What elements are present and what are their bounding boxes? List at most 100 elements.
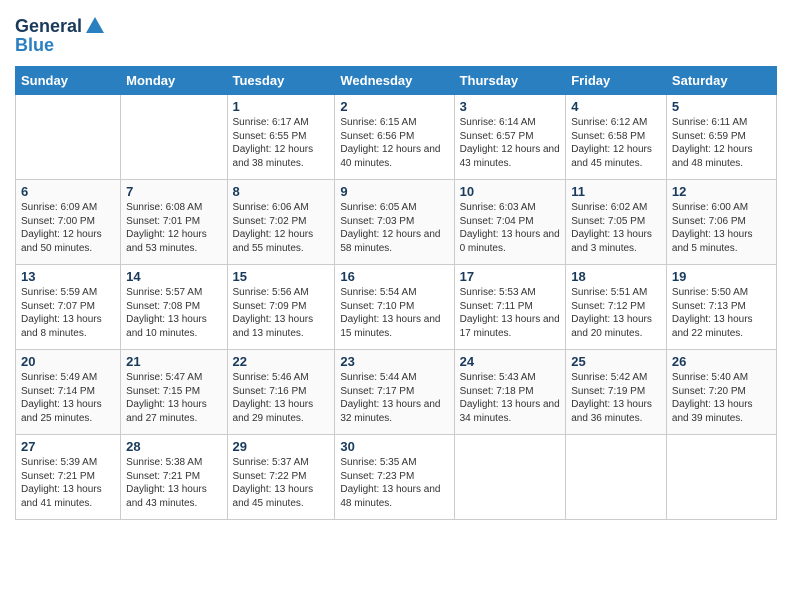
day-info: Sunrise: 5:51 AMSunset: 7:12 PMDaylight:…	[571, 286, 661, 340]
day-number: 15	[233, 269, 330, 284]
calendar-cell: 16 Sunrise: 5:54 AMSunset: 7:10 PMDayligh…	[335, 265, 454, 350]
calendar-cell: 18Sunrise: 5:51 AMSunset: 7:12 PMDayligh…	[566, 265, 667, 350]
day-number: 13	[21, 269, 115, 284]
calendar-week-row: 1Sunrise: 6:17 AMSunset: 6:55 PMDaylight…	[16, 95, 777, 180]
calendar-header-row: SundayMondayTuesdayWednesdayThursdayFrid…	[16, 67, 777, 95]
calendar-cell: 13 Sunrise: 5:59 AMSunset: 7:07 PMDayligh…	[16, 265, 121, 350]
day-number: 7	[126, 184, 221, 199]
calendar-cell: 28 Sunrise: 5:38 AMSunset: 7:21 PMDayligh…	[121, 435, 227, 520]
day-number: 21	[126, 354, 221, 369]
day-info: Sunrise: 5:46 AMSunset: 7:16 PMDaylight:…	[233, 371, 330, 425]
calendar-cell: 11Sunrise: 6:02 AMSunset: 7:05 PMDayligh…	[566, 180, 667, 265]
day-number: 10	[460, 184, 561, 199]
day-info: Sunrise: 6:06 AMSunset: 7:02 PMDaylight:…	[233, 201, 330, 255]
day-info: Sunrise: 5:44 AMSunset: 7:17 PMDaylight:…	[340, 371, 448, 425]
day-number: 16	[340, 269, 448, 284]
calendar-week-row: 6 Sunrise: 6:09 AMSunset: 7:00 PMDaylight…	[16, 180, 777, 265]
calendar-table: SundayMondayTuesdayWednesdayThursdayFrid…	[15, 66, 777, 520]
day-info: Sunrise: 5:53 AMSunset: 7:11 PMDaylight:…	[460, 286, 561, 340]
day-info: Sunrise: 5:59 AMSunset: 7:07 PMDaylight:…	[21, 286, 115, 340]
day-info: Sunrise: 5:39 AMSunset: 7:21 PMDaylight:…	[21, 456, 115, 510]
logo: General Blue	[15, 15, 106, 56]
calendar-cell: 29 Sunrise: 5:37 AMSunset: 7:22 PMDayligh…	[227, 435, 335, 520]
calendar-cell: 6 Sunrise: 6:09 AMSunset: 7:00 PMDaylight…	[16, 180, 121, 265]
calendar-cell: 8Sunrise: 6:06 AMSunset: 7:02 PMDaylight…	[227, 180, 335, 265]
day-number: 28	[126, 439, 221, 454]
day-info: Sunrise: 6:02 AMSunset: 7:05 PMDaylight:…	[571, 201, 661, 255]
weekday-header: Saturday	[666, 67, 776, 95]
day-number: 22	[233, 354, 330, 369]
day-info: Sunrise: 5:49 AMSunset: 7:14 PMDaylight:…	[21, 371, 115, 425]
calendar-cell: 10Sunrise: 6:03 AMSunset: 7:04 PMDayligh…	[454, 180, 566, 265]
day-info: Sunrise: 5:56 AMSunset: 7:09 PMDaylight:…	[233, 286, 330, 340]
page-header: General Blue	[15, 15, 777, 56]
day-number: 27	[21, 439, 115, 454]
weekday-header: Wednesday	[335, 67, 454, 95]
day-number: 20	[21, 354, 115, 369]
calendar-cell: 20 Sunrise: 5:49 AMSunset: 7:14 PMDayligh…	[16, 350, 121, 435]
calendar-cell: 12 Sunrise: 6:00 AMSunset: 7:06 PMDayligh…	[666, 180, 776, 265]
weekday-header: Monday	[121, 67, 227, 95]
day-info: Sunrise: 5:35 AMSunset: 7:23 PMDaylight:…	[340, 456, 448, 510]
calendar-cell: 22 Sunrise: 5:46 AMSunset: 7:16 PMDayligh…	[227, 350, 335, 435]
logo-blue: Blue	[15, 35, 106, 56]
day-info: Sunrise: 5:54 AMSunset: 7:10 PMDaylight:…	[340, 286, 448, 340]
day-number: 5	[672, 99, 771, 114]
day-info: Sunrise: 6:11 AMSunset: 6:59 PMDaylight:…	[672, 116, 771, 170]
day-info: Sunrise: 5:47 AMSunset: 7:15 PMDaylight:…	[126, 371, 221, 425]
calendar-week-row: 20 Sunrise: 5:49 AMSunset: 7:14 PMDayligh…	[16, 350, 777, 435]
calendar-cell: 21 Sunrise: 5:47 AMSunset: 7:15 PMDayligh…	[121, 350, 227, 435]
weekday-header: Friday	[566, 67, 667, 95]
calendar-cell: 2 Sunrise: 6:15 AMSunset: 6:56 PMDaylight…	[335, 95, 454, 180]
day-number: 30	[340, 439, 448, 454]
day-number: 25	[571, 354, 661, 369]
day-info: Sunrise: 6:00 AMSunset: 7:06 PMDaylight:…	[672, 201, 771, 255]
day-info: Sunrise: 5:43 AMSunset: 7:18 PMDaylight:…	[460, 371, 561, 425]
calendar-cell: 17 Sunrise: 5:53 AMSunset: 7:11 PMDayligh…	[454, 265, 566, 350]
day-info: Sunrise: 5:38 AMSunset: 7:21 PMDaylight:…	[126, 456, 221, 510]
day-number: 17	[460, 269, 561, 284]
calendar-cell: 14Sunrise: 5:57 AMSunset: 7:08 PMDayligh…	[121, 265, 227, 350]
calendar-cell: 3 Sunrise: 6:14 AMSunset: 6:57 PMDaylight…	[454, 95, 566, 180]
calendar-week-row: 13 Sunrise: 5:59 AMSunset: 7:07 PMDayligh…	[16, 265, 777, 350]
calendar-cell: 4 Sunrise: 6:12 AMSunset: 6:58 PMDaylight…	[566, 95, 667, 180]
day-number: 4	[571, 99, 661, 114]
day-info: Sunrise: 6:14 AMSunset: 6:57 PMDaylight:…	[460, 116, 561, 170]
day-number: 12	[672, 184, 771, 199]
day-info: Sunrise: 5:50 AMSunset: 7:13 PMDaylight:…	[672, 286, 771, 340]
calendar-cell: 26Sunrise: 5:40 AMSunset: 7:20 PMDayligh…	[666, 350, 776, 435]
day-info: Sunrise: 6:05 AMSunset: 7:03 PMDaylight:…	[340, 201, 448, 255]
day-number: 23	[340, 354, 448, 369]
day-info: Sunrise: 5:37 AMSunset: 7:22 PMDaylight:…	[233, 456, 330, 510]
day-number: 14	[126, 269, 221, 284]
day-number: 1	[233, 99, 330, 114]
day-info: Sunrise: 6:12 AMSunset: 6:58 PMDaylight:…	[571, 116, 661, 170]
weekday-header: Sunday	[16, 67, 121, 95]
calendar-cell: 9 Sunrise: 6:05 AMSunset: 7:03 PMDaylight…	[335, 180, 454, 265]
weekday-header: Tuesday	[227, 67, 335, 95]
day-info: Sunrise: 6:09 AMSunset: 7:00 PMDaylight:…	[21, 201, 115, 255]
calendar-cell: 23 Sunrise: 5:44 AMSunset: 7:17 PMDayligh…	[335, 350, 454, 435]
calendar-cell	[121, 95, 227, 180]
calendar-cell: 5 Sunrise: 6:11 AMSunset: 6:59 PMDaylight…	[666, 95, 776, 180]
day-number: 19	[672, 269, 771, 284]
logo-general: General	[15, 16, 82, 37]
calendar-cell	[666, 435, 776, 520]
calendar-cell: 15 Sunrise: 5:56 AMSunset: 7:09 PMDayligh…	[227, 265, 335, 350]
calendar-cell	[454, 435, 566, 520]
day-info: Sunrise: 6:15 AMSunset: 6:56 PMDaylight:…	[340, 116, 448, 170]
calendar-cell: 25 Sunrise: 5:42 AMSunset: 7:19 PMDayligh…	[566, 350, 667, 435]
day-number: 3	[460, 99, 561, 114]
calendar-cell: 30 Sunrise: 5:35 AMSunset: 7:23 PMDayligh…	[335, 435, 454, 520]
logo-icon	[84, 15, 106, 37]
day-number: 24	[460, 354, 561, 369]
day-number: 2	[340, 99, 448, 114]
day-number: 26	[672, 354, 771, 369]
calendar-week-row: 27 Sunrise: 5:39 AMSunset: 7:21 PMDayligh…	[16, 435, 777, 520]
weekday-header: Thursday	[454, 67, 566, 95]
day-number: 29	[233, 439, 330, 454]
calendar-cell	[566, 435, 667, 520]
day-info: Sunrise: 5:42 AMSunset: 7:19 PMDaylight:…	[571, 371, 661, 425]
day-number: 9	[340, 184, 448, 199]
day-number: 6	[21, 184, 115, 199]
